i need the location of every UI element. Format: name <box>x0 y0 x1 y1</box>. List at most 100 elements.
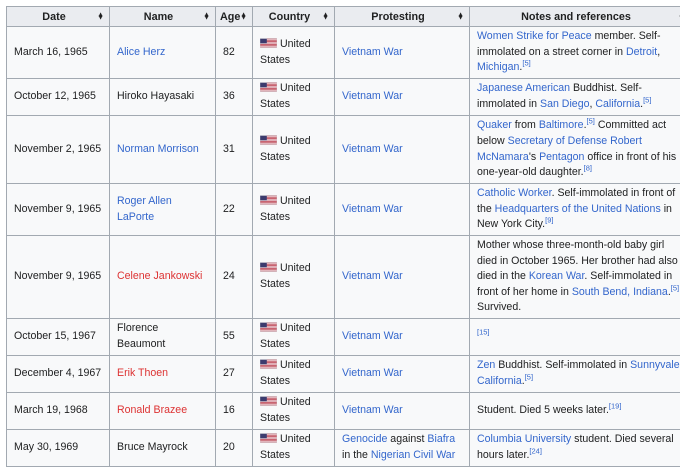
link[interactable]: Secretary of Defense <box>508 135 608 147</box>
table-row: November 2, 1965 Norman Morrison 31 United … <box>6 115 680 184</box>
reference-link[interactable]: [5] <box>522 59 530 68</box>
link[interactable]: Korean War <box>529 270 585 282</box>
link[interactable]: San Diego <box>540 98 589 110</box>
text: from <box>511 119 539 132</box>
country-cell: United States <box>252 183 335 236</box>
date-cell: March 19, 1968 <box>6 392 110 430</box>
reference-anchor[interactable]: [19] <box>609 402 622 411</box>
link[interactable]: Biafra <box>427 433 455 445</box>
name-cell: Alice Herz <box>109 26 216 79</box>
person-name: Florence Beaumont <box>117 322 166 350</box>
notes-cell: Women Strike for Peace member. Self-immo… <box>469 26 680 79</box>
us-flag-icon <box>260 195 277 205</box>
date-cell: October 15, 1967 <box>6 318 110 356</box>
link[interactable]: Nigerian Civil War <box>371 449 455 461</box>
table-row: November 9, 1965 Celene Jankowski 24 United… <box>6 235 680 319</box>
sort-icon[interactable]: ▲▼ <box>97 11 104 21</box>
person-name-link[interactable]: Roger Allen LaPorte <box>117 195 172 223</box>
link[interactable]: Catholic Worker <box>477 187 552 199</box>
person-name-link[interactable]: Alice Herz <box>117 46 165 58</box>
sort-icon[interactable]: ▲▼ <box>457 11 464 21</box>
protesting-link[interactable]: Vietnam War <box>342 270 403 282</box>
table-row: October 15, 1967 Florence Beaumont 55 Unite… <box>6 318 680 356</box>
protesting-link[interactable]: Vietnam War <box>342 367 403 379</box>
person-name: Hiroko Hayasaki <box>117 90 195 103</box>
text: 's <box>528 150 540 163</box>
reference-anchor[interactable]: [5] <box>522 59 530 68</box>
header-label: Notes and references <box>521 10 631 23</box>
link[interactable]: Detroit <box>626 46 657 58</box>
reference-link[interactable]: [19] <box>609 402 622 411</box>
date-cell: November 9, 1965 <box>6 235 110 319</box>
protesting-link[interactable]: Vietnam War <box>342 46 403 58</box>
table-row: May 30, 1969 Bruce Mayrock 20 United States… <box>6 429 680 467</box>
name-cell: Hiroko Hayasaki <box>109 78 216 116</box>
column-header-name[interactable]: Name ▲ ▼ <box>109 6 216 27</box>
header-label: Country <box>268 10 311 23</box>
link[interactable]: California <box>595 98 640 110</box>
country-cell: United States <box>252 26 335 79</box>
reference-link[interactable]: [15] <box>477 328 490 337</box>
column-header-country[interactable]: Country ▲ ▼ <box>252 6 335 27</box>
age-cell: 36 <box>215 78 253 116</box>
link[interactable]: Zen <box>477 359 495 371</box>
table-row: December 4, 1967 Erik Thoen 27 United State… <box>6 355 680 393</box>
name-cell: Erik Thoen <box>109 355 216 393</box>
notes-cell: Student. Died 5 weeks later.[19] <box>469 392 680 430</box>
reference-anchor[interactable]: [5] <box>643 95 651 104</box>
link[interactable]: Women Strike for Peace <box>477 30 592 42</box>
reference-anchor[interactable]: [5] <box>587 117 595 126</box>
reference-link[interactable]: [9] <box>545 216 553 225</box>
name-cell: Celene Jankowski <box>109 235 216 319</box>
column-header-notes[interactable]: Notes and references▲▼ <box>469 6 680 27</box>
link[interactable]: Headquarters of the United Nations <box>495 203 661 215</box>
reference-link[interactable]: [5] <box>671 283 679 292</box>
us-flag-icon <box>260 433 277 444</box>
date-cell: May 30, 1969 <box>6 429 110 467</box>
link[interactable]: Columbia University <box>477 433 571 445</box>
person-name-link[interactable]: Celene Jankowski <box>117 270 202 282</box>
reference-link[interactable]: [24] <box>529 446 542 455</box>
sort-icon[interactable]: ▲▼ <box>240 11 247 21</box>
column-header-protesting[interactable]: Protesting ▲ ▼ <box>334 6 470 27</box>
column-header-age[interactable]: Age ▲ ▼ <box>215 6 253 27</box>
link[interactable]: Quaker <box>477 119 512 131</box>
link[interactable]: Pentagon <box>539 151 584 163</box>
reference-link[interactable]: [8] <box>584 164 592 173</box>
name-cell: Ronald Brazee <box>109 392 216 430</box>
reference-link[interactable]: [5] <box>587 117 595 126</box>
age-cell: 22 <box>215 183 253 236</box>
protesting-cell: Genocide against Biafra in the Nigerian … <box>334 429 470 467</box>
self-immolation-table: Date ▲ ▼ Name ▲ ▼ Age ▲ ▼ Country ▲ ▼ Protesting… <box>6 6 680 467</box>
person-name-link[interactable]: Norman Morrison <box>117 143 199 155</box>
reference-anchor[interactable]: [5] <box>671 283 679 292</box>
header-label: Date <box>42 10 66 23</box>
link[interactable]: Michigan <box>477 61 519 73</box>
table-row: October 12, 1965 Hiroko Hayasaki 36 United … <box>6 78 680 116</box>
link[interactable]: South Bend, Indiana <box>572 286 668 298</box>
sort-icon[interactable]: ▲▼ <box>322 11 329 21</box>
protesting-link[interactable]: Vietnam War <box>342 203 403 215</box>
column-header-date[interactable]: Date ▲ ▼ <box>6 6 110 27</box>
reference-link[interactable]: [5] <box>525 372 533 381</box>
link[interactable]: Baltimore <box>539 119 584 131</box>
reference-link[interactable]: [5] <box>643 95 651 104</box>
country-cell: United States <box>252 355 335 393</box>
country-cell: United States <box>252 429 335 467</box>
table-row: March 19, 1968 Ronald Brazee 16 United Stat… <box>6 392 680 430</box>
protesting-link[interactable]: Vietnam War <box>342 143 403 155</box>
reference-anchor[interactable]: [8] <box>584 164 592 173</box>
date-cell: December 4, 1967 <box>6 355 110 393</box>
protesting-link[interactable]: Vietnam War <box>342 90 403 102</box>
reference-anchor[interactable]: [5] <box>525 372 533 381</box>
link[interactable]: Japanese American <box>477 82 570 94</box>
reference-anchor[interactable]: [9] <box>545 216 553 225</box>
sort-icon[interactable]: ▲▼ <box>203 11 210 21</box>
person-name-link[interactable]: Ronald Brazee <box>117 404 187 416</box>
reference-anchor[interactable]: [24] <box>529 446 542 455</box>
protesting-link[interactable]: Vietnam War <box>342 404 403 416</box>
reference-anchor[interactable]: [15] <box>477 328 490 337</box>
person-name-link[interactable]: Erik Thoen <box>117 367 168 379</box>
link[interactable]: Genocide <box>342 433 387 445</box>
protesting-link[interactable]: Vietnam War <box>342 330 403 342</box>
